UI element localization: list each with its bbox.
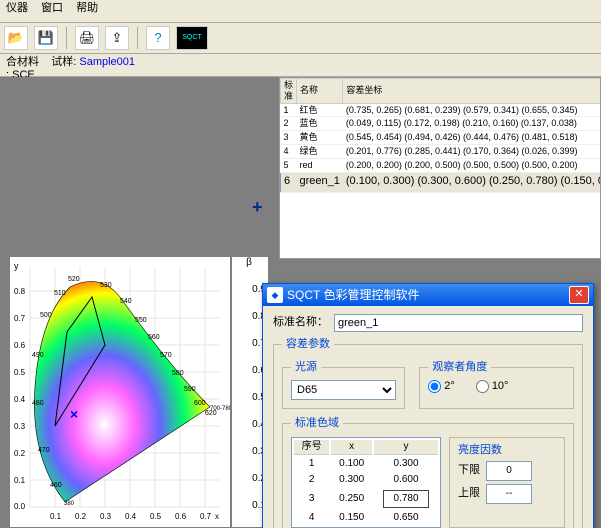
brightness-legend: 亮度因数 xyxy=(458,444,556,457)
gamut-row[interactable]: 20.3000.600 xyxy=(294,473,438,487)
workspace: + xyxy=(0,77,601,528)
table-row[interactable]: 4绿色(0.201, 0.776) (0.285, 0.441) (0.170,… xyxy=(281,144,601,158)
svg-text:460: 460 xyxy=(50,482,62,489)
svg-text:470: 470 xyxy=(38,447,50,454)
svg-text:0.6: 0.6 xyxy=(175,512,187,521)
svg-text:0.2: 0.2 xyxy=(75,512,87,521)
svg-text:550: 550 xyxy=(135,317,147,324)
info-bar: 合材料 试样: Sample001 : SCE xyxy=(0,54,601,77)
svg-text:510: 510 xyxy=(54,290,66,297)
svg-text:380: 380 xyxy=(64,501,75,507)
tolerance-legend: 容差参数 xyxy=(282,338,334,351)
separator xyxy=(137,27,138,49)
material-label: 合材料 xyxy=(6,56,39,68)
help-icon[interactable]: ? xyxy=(146,26,170,50)
illuminant-legend: 光源 xyxy=(291,361,321,374)
svg-text:0.3: 0.3 xyxy=(14,422,26,431)
svg-text:0.2: 0.2 xyxy=(14,449,26,458)
svg-text:590: 590 xyxy=(184,386,196,393)
observer-10-radio[interactable]: 10° xyxy=(476,380,509,393)
lower-label: 下限 xyxy=(458,464,480,477)
svg-text:580: 580 xyxy=(172,370,184,377)
table-row[interactable]: 5red(0.200, 0.200) (0.200, 0.500) (0.500… xyxy=(281,158,601,172)
separator xyxy=(66,27,67,49)
table-row[interactable]: 1红色(0.735, 0.265) (0.681, 0.239) (0.579,… xyxy=(281,103,601,117)
svg-text:0.4: 0.4 xyxy=(14,395,26,404)
dialog-title: SQCT 色彩管理控制软件 xyxy=(287,288,419,302)
svg-text:0.1: 0.1 xyxy=(14,476,26,485)
dialog-titlebar[interactable]: ◆ SQCT 色彩管理控制软件 ✕ xyxy=(263,284,593,306)
gamut-row[interactable]: 40.1500.650 xyxy=(294,511,438,525)
svg-text:0.0: 0.0 xyxy=(14,502,26,511)
svg-text:570: 570 xyxy=(160,352,172,359)
upper-input[interactable] xyxy=(486,484,532,504)
close-icon[interactable]: ✕ xyxy=(569,286,589,304)
menu-window[interactable]: 窗口 xyxy=(41,2,63,14)
svg-text:600: 600 xyxy=(194,400,206,407)
menu-instrument[interactable]: 仪器 xyxy=(6,2,28,14)
svg-text:0.3: 0.3 xyxy=(100,512,112,521)
gamut-table[interactable]: 序号xy 10.1000.300 20.3000.600 30.250 40.1… xyxy=(291,437,441,528)
tolerance-fieldset: 容差参数 光源 D65 观察者角度 2° 10° 标准色域 xyxy=(273,338,583,528)
sqct-icon[interactable]: SQCT xyxy=(176,26,208,50)
table-header: 标准名称容差坐标 xyxy=(281,79,601,104)
print-icon[interactable]: 🖨 xyxy=(75,26,99,50)
crosshair-icon: + xyxy=(252,197,263,219)
chromaticity-chart: × y 0.8 0.7 0.6 0.5 0.4 0.3 0.2 0.1 0.0 0.1 0.2… xyxy=(10,257,230,527)
menu-bar: 仪器 窗口 帮助 xyxy=(0,0,601,23)
gamut-row-editing[interactable]: 30.250 xyxy=(294,489,438,509)
svg-text:0.1: 0.1 xyxy=(50,512,62,521)
svg-text:540: 540 xyxy=(120,298,132,305)
svg-text:×: × xyxy=(70,406,78,422)
svg-text:530: 530 xyxy=(100,282,112,289)
sqct-dialog: ◆ SQCT 色彩管理控制软件 ✕ 标准名称： 容差参数 光源 D65 xyxy=(262,283,594,528)
svg-text:0.5: 0.5 xyxy=(14,368,26,377)
svg-text:0.6: 0.6 xyxy=(14,341,26,350)
gamut-legend: 标准色域 xyxy=(291,417,343,430)
brightness-box: 亮度因数 下限 上限 xyxy=(449,437,565,528)
svg-text:560: 560 xyxy=(148,334,160,341)
gamut-y-input[interactable] xyxy=(383,490,429,508)
svg-text:480: 480 xyxy=(32,400,44,407)
sample-label: 试样: xyxy=(51,56,76,68)
observer-legend: 观察者角度 xyxy=(428,361,491,374)
lower-input[interactable] xyxy=(486,461,532,481)
app-icon: ◆ xyxy=(267,287,283,303)
table-row-selected[interactable]: 6green_1(0.100, 0.300) (0.300, 0.600) (0… xyxy=(281,172,601,192)
standard-name-input[interactable] xyxy=(334,314,583,332)
name-label: 标准名称： xyxy=(273,316,328,329)
svg-text:500: 500 xyxy=(40,312,52,319)
svg-text:520: 520 xyxy=(68,276,80,283)
observer-fieldset: 观察者角度 2° 10° xyxy=(419,361,574,409)
svg-text:0.5: 0.5 xyxy=(150,512,162,521)
svg-text:0.7: 0.7 xyxy=(14,314,26,323)
toolbar: 📂 💾 🖨 ⇪ ? SQCT xyxy=(0,23,601,54)
gamut-fieldset: 标准色域 序号xy 10.1000.300 20.3000.600 30.250… xyxy=(282,417,574,528)
upper-label: 上限 xyxy=(458,487,480,500)
svg-text:y: y xyxy=(14,261,19,271)
menu-help[interactable]: 帮助 xyxy=(76,2,98,14)
svg-text:x: x xyxy=(215,512,219,521)
illuminant-select[interactable]: D65 xyxy=(291,380,396,400)
svg-text:0.4: 0.4 xyxy=(125,512,137,521)
svg-text:490: 490 xyxy=(32,352,44,359)
svg-text:0.8: 0.8 xyxy=(14,287,26,296)
table-row[interactable]: 3黄色(0.545, 0.454) (0.494, 0.426) (0.444,… xyxy=(281,131,601,145)
observer-2-radio[interactable]: 2° xyxy=(428,380,455,393)
illuminant-fieldset: 光源 D65 xyxy=(282,361,405,409)
save-icon[interactable]: 💾 xyxy=(34,26,58,50)
sample-name: Sample001 xyxy=(79,56,135,68)
open-icon[interactable]: 📂 xyxy=(4,26,28,50)
standards-table[interactable]: 标准名称容差坐标 1红色(0.735, 0.265) (0.681, 0.239… xyxy=(279,77,601,259)
export-icon[interactable]: ⇪ xyxy=(105,26,129,50)
svg-text:0.7: 0.7 xyxy=(200,512,212,521)
gamut-row[interactable]: 10.1000.300 xyxy=(294,457,438,471)
table-row[interactable]: 2蓝色(0.049, 0.115) (0.172, 0.198) (0.210,… xyxy=(281,117,601,131)
svg-text:700-780: 700-780 xyxy=(210,406,230,412)
